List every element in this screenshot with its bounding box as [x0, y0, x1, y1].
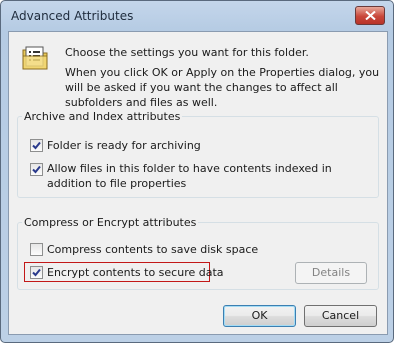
encrypt-label[interactable]: Encrypt contents to secure data: [47, 265, 224, 280]
compress-encrypt-group-label: Compress or Encrypt attributes: [22, 216, 199, 229]
title-bar[interactable]: Advanced Attributes: [1, 1, 393, 33]
encrypt-checkbox[interactable]: [30, 266, 43, 279]
close-button[interactable]: [355, 6, 385, 25]
cancel-button[interactable]: Cancel: [304, 305, 377, 327]
indexing-checkbox[interactable]: [30, 163, 43, 176]
intro-heading: Choose the settings you want for this fo…: [65, 46, 309, 59]
ok-button[interactable]: OK: [223, 305, 296, 327]
indexing-label[interactable]: Allow files in this folder to have conte…: [47, 161, 377, 191]
folder-settings-icon: [22, 46, 48, 70]
details-button[interactable]: Details: [295, 262, 367, 284]
window-title: Advanced Attributes: [11, 9, 134, 23]
archiving-checkbox[interactable]: [30, 139, 43, 152]
intro-description: When you click OK or Apply on the Proper…: [65, 66, 380, 109]
compress-checkbox[interactable]: [30, 243, 43, 256]
advanced-attributes-dialog: Advanced Attributes Choose the settings …: [0, 0, 394, 343]
checkmark-icon: [32, 165, 41, 174]
dialog-body: Choose the settings you want for this fo…: [8, 31, 388, 335]
archive-index-group-label: Archive and Index attributes: [22, 110, 183, 123]
checkmark-icon: [32, 141, 41, 150]
archiving-label[interactable]: Folder is ready for archiving: [47, 138, 201, 153]
close-icon: [365, 11, 376, 20]
checkmark-icon: [32, 268, 41, 277]
compress-label[interactable]: Compress contents to save disk space: [47, 242, 258, 257]
